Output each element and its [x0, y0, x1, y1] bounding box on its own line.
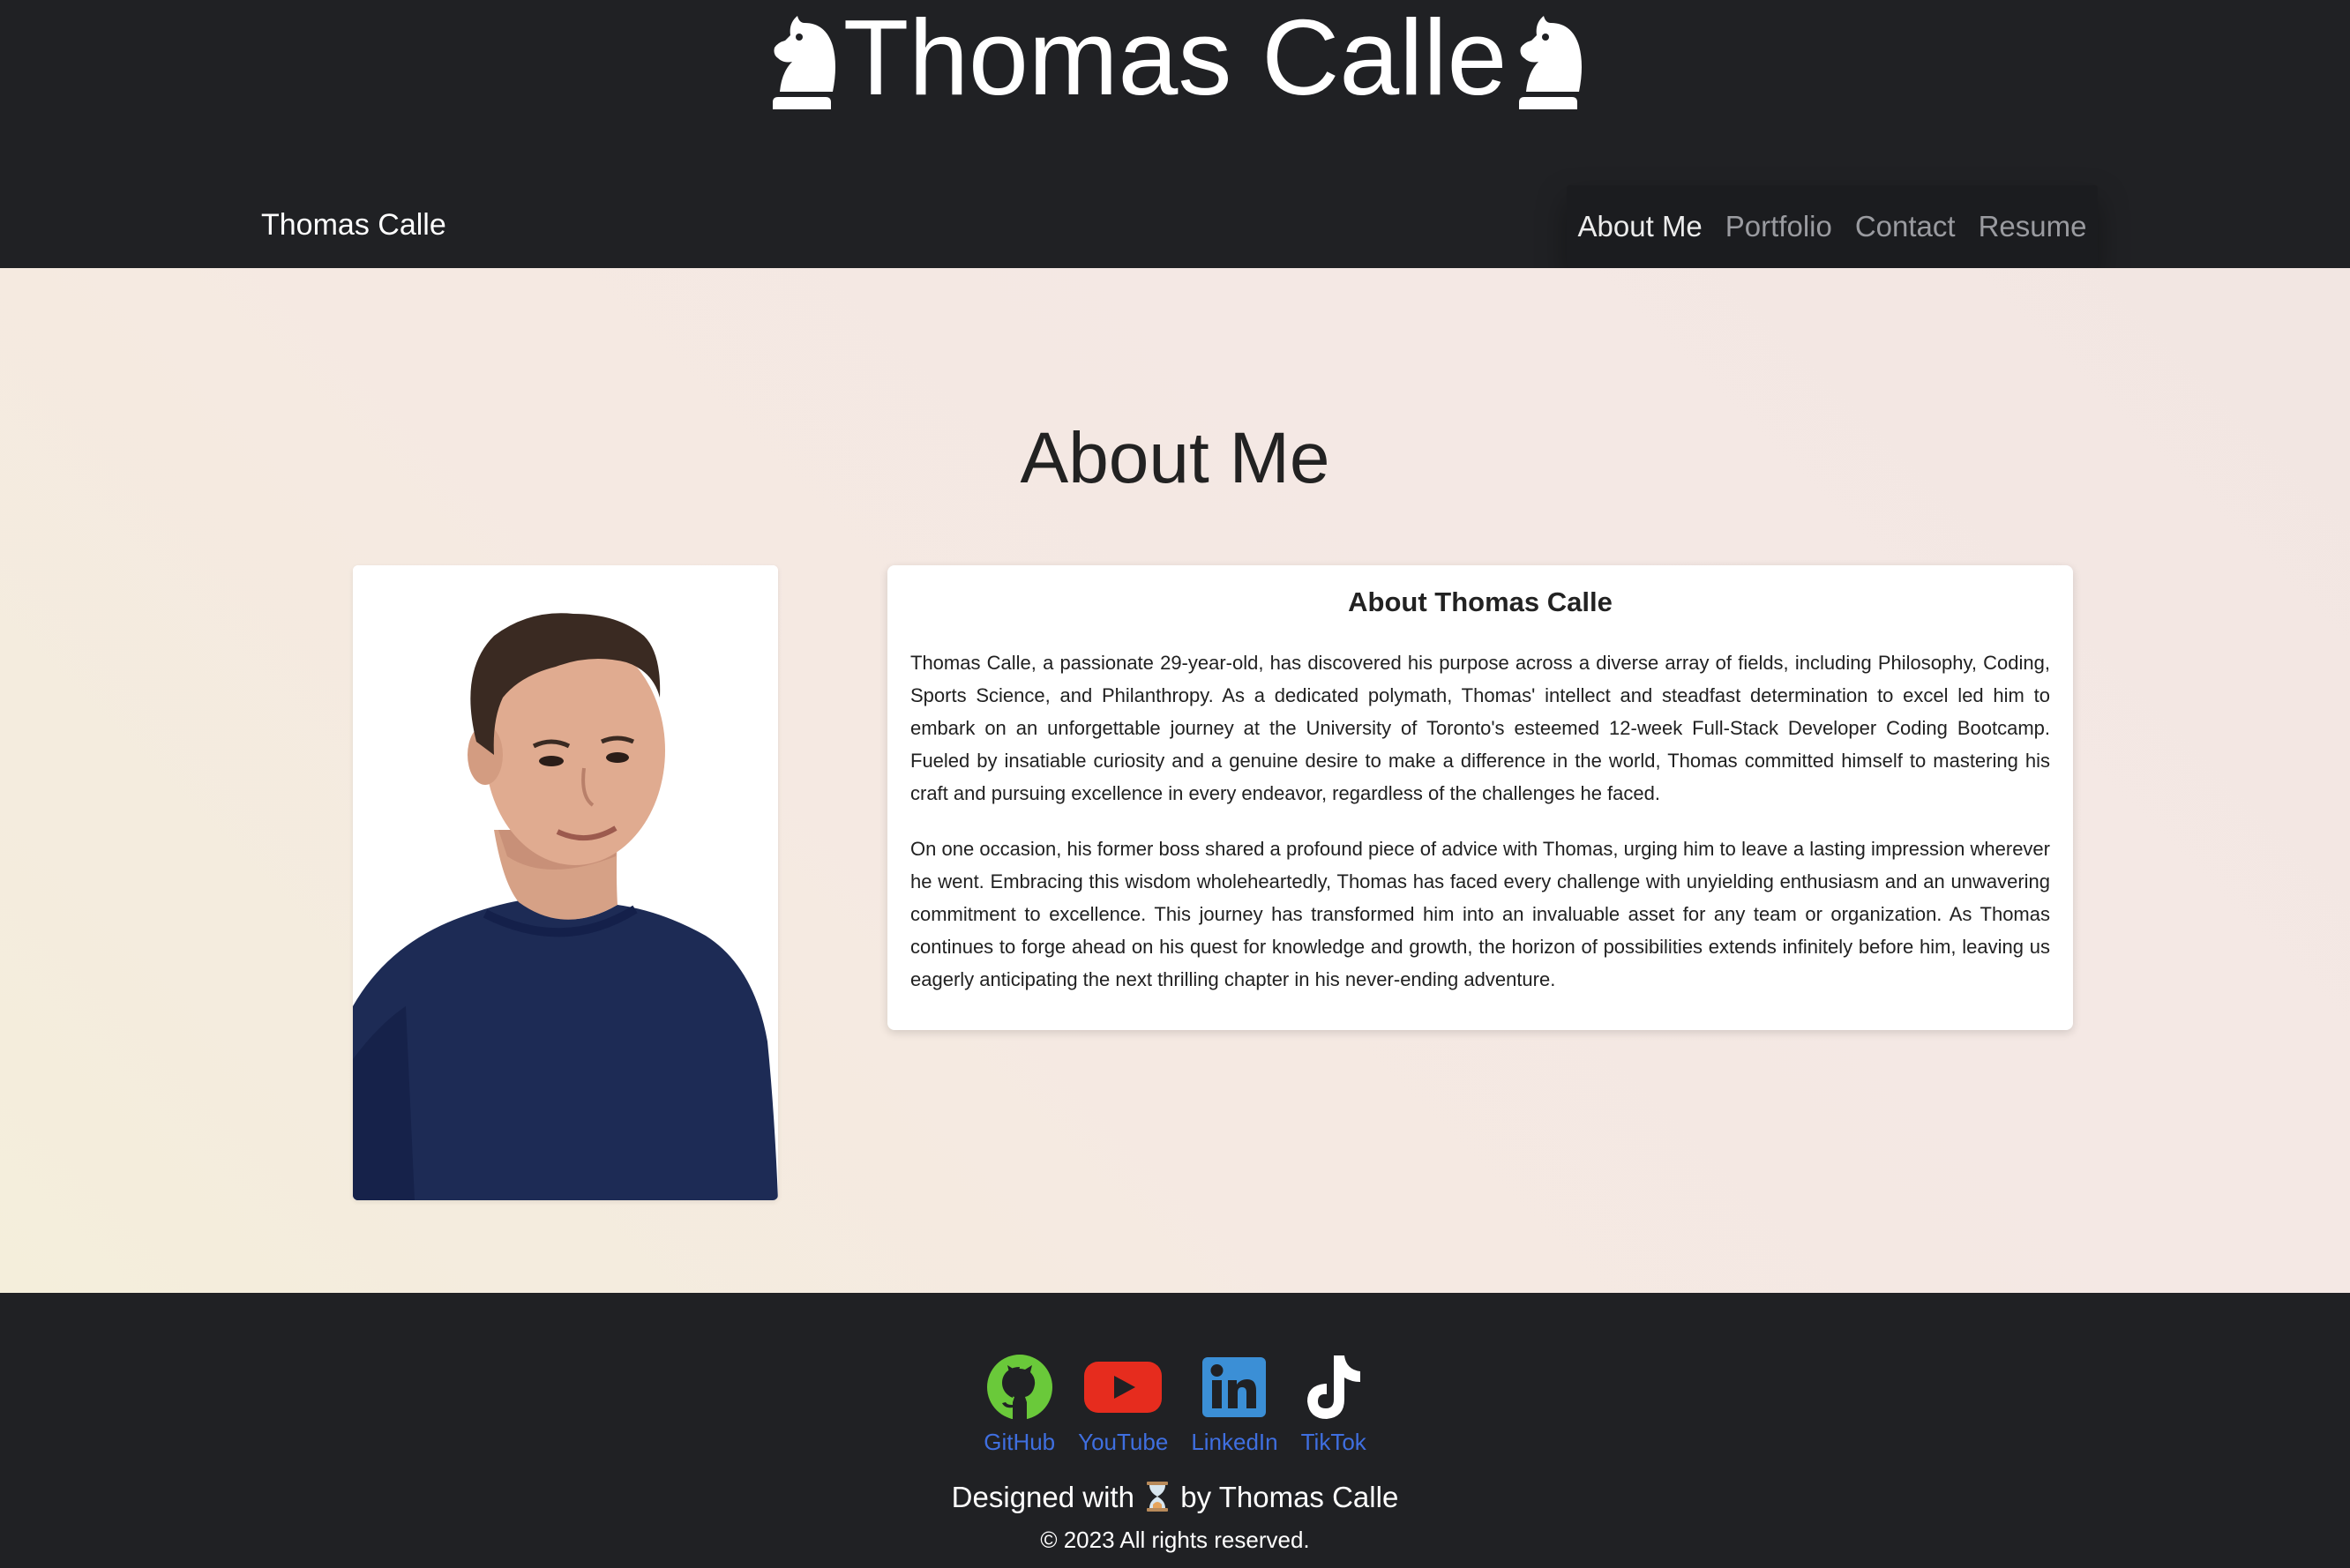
navbar-brand[interactable]: Thomas Calle — [261, 206, 446, 243]
social-link-tiktok[interactable]: TikTok — [1301, 1355, 1366, 1455]
designed-prefix: Designed with — [951, 1481, 1134, 1513]
nav-link-resume[interactable]: Resume — [1979, 208, 2087, 245]
social-link-linkedin[interactable]: LinkedIn — [1191, 1355, 1278, 1455]
site-title: Thomas Calle — [0, 0, 2350, 115]
bio-paragraph: On one occasion, his former boss shared … — [910, 838, 2050, 990]
tiktok-icon — [1302, 1355, 1366, 1420]
bio-paragraph: Thomas Calle, a passionate 29-year-old, … — [910, 652, 2050, 804]
bio-card: About Thomas Calle Thomas Calle, a passi… — [887, 565, 2073, 1030]
copyright: © 2023 All rights reserved. — [1040, 1527, 1310, 1553]
about-section: About Me About Thomas Calle Thomas Calle… — [0, 268, 2350, 1293]
page-title: About Me — [1020, 418, 1330, 498]
bio-card-title: About Thomas Calle — [1348, 586, 1613, 617]
social-label: GitHub — [984, 1429, 1056, 1455]
nav-link-about-me[interactable]: About Me — [1578, 208, 1703, 245]
site-footer: GitHub YouTube LinkedIn TikTok Designed … — [0, 1293, 2350, 1568]
site-header: Thomas Calle Thomas Calle About Me Portf… — [0, 0, 2350, 268]
social-link-youtube[interactable]: YouTube — [1078, 1355, 1168, 1455]
social-links: GitHub YouTube LinkedIn TikTok — [0, 1355, 2350, 1455]
navbar: Thomas Calle About Me Portfolio Contact … — [0, 185, 2350, 268]
hourglass-icon — [1147, 1482, 1169, 1512]
social-label: LinkedIn — [1191, 1429, 1278, 1455]
linkedin-icon — [1202, 1355, 1267, 1420]
social-label: TikTok — [1300, 1429, 1366, 1455]
designed-by-line: Designed with by Thomas Calle — [0, 1480, 2350, 1515]
profile-photo-illustration — [353, 565, 778, 1200]
nav-links: About Me Portfolio Contact Resume — [1567, 185, 2098, 268]
nav-link-contact[interactable]: Contact — [1855, 208, 1956, 245]
chess-knight-icon — [1519, 16, 1583, 109]
github-icon — [984, 1355, 1055, 1420]
nav-link-portfolio[interactable]: Portfolio — [1725, 208, 1832, 245]
social-label: YouTube — [1078, 1429, 1169, 1455]
youtube-icon — [1084, 1355, 1163, 1420]
chess-knight-icon — [772, 16, 835, 109]
designed-suffix: by Thomas Calle — [1180, 1481, 1399, 1513]
site-title-text: Thomas Calle — [842, 0, 1508, 117]
social-link-github[interactable]: GitHub — [984, 1355, 1055, 1455]
profile-photo — [353, 565, 778, 1200]
